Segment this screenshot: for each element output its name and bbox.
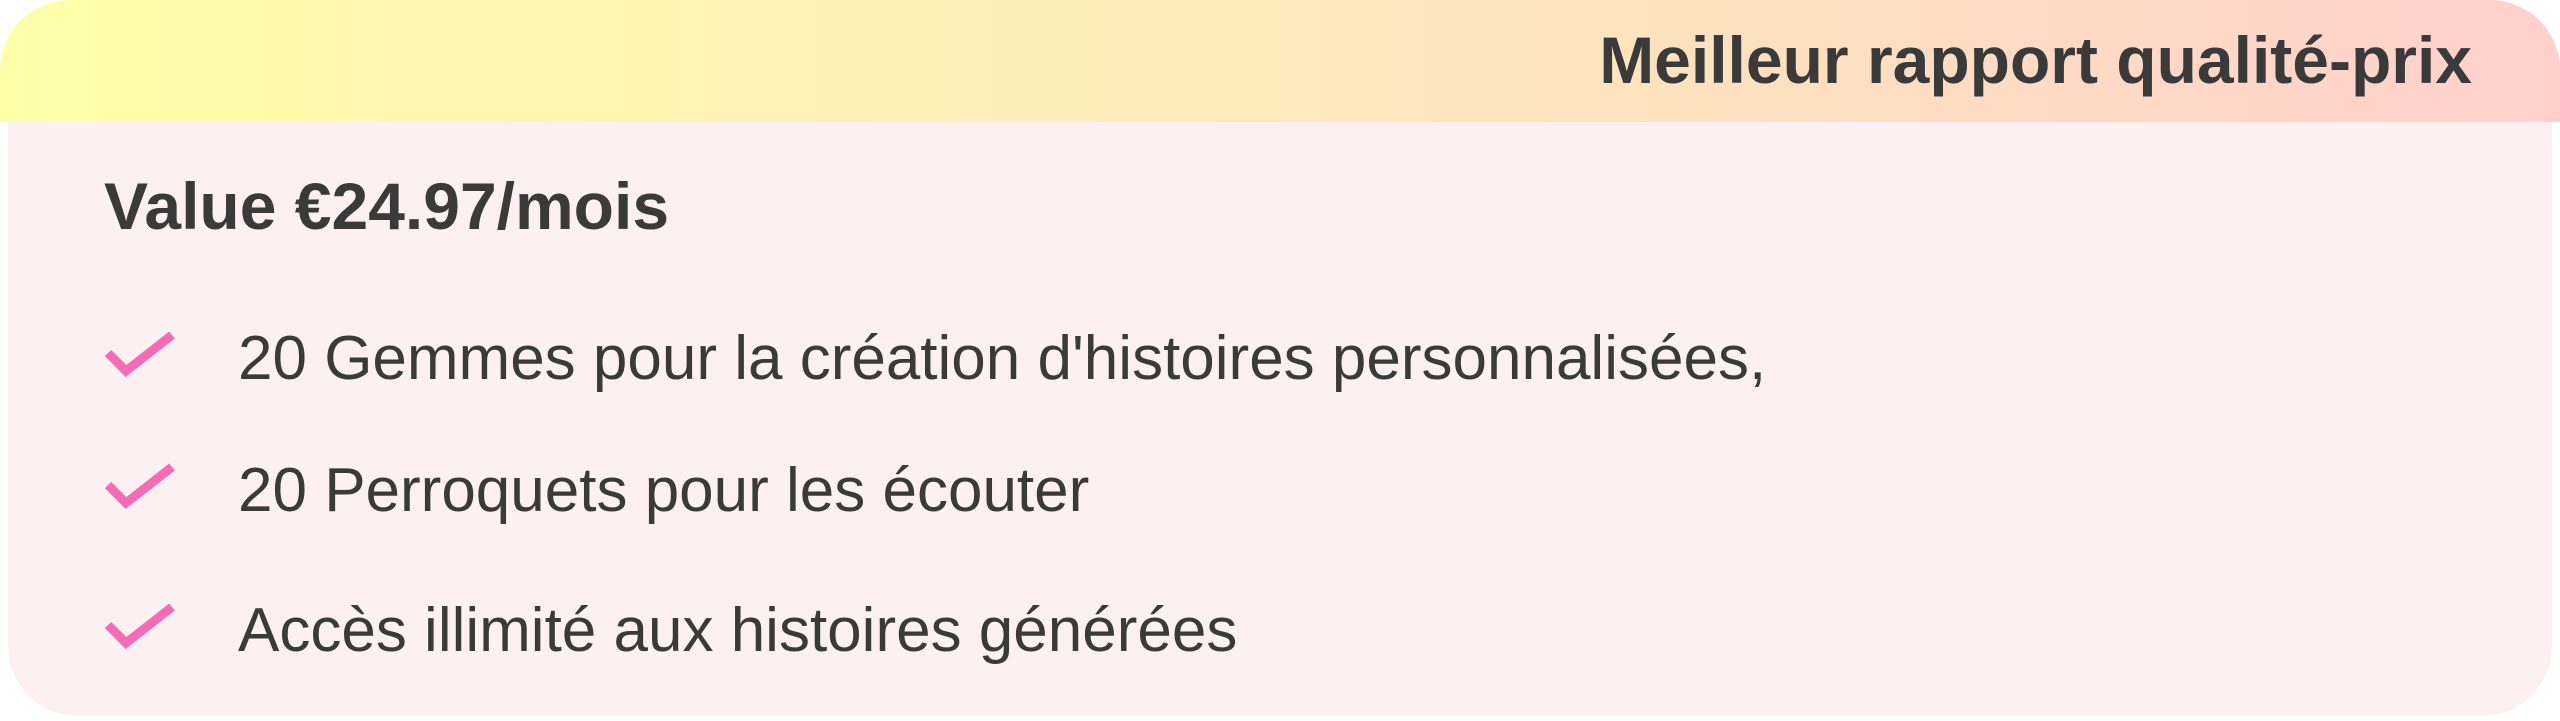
plan-card-header: Meilleur rapport qualité-prix [0,0,2560,122]
check-icon [104,463,175,509]
check-icon [104,603,175,649]
feature-item: 20 Perroquets pour les écouter [104,450,1089,530]
feature-text: 20 Perroquets pour les écouter [238,455,1090,525]
feature-text: 20 Gemmes pour la création d'histoires p… [238,323,1767,393]
best-value-badge: Meilleur rapport qualité-prix [1599,23,2472,97]
feature-item: 20 Gemmes pour la création d'histoires p… [104,318,1766,398]
feature-text: Accès illimité aux histoires générées [238,595,1238,665]
plan-card[interactable]: Meilleur rapport qualité-prix Value €24.… [0,0,2560,716]
check-icon [104,331,175,377]
feature-item: Accès illimité aux histoires générées [104,590,1237,670]
plan-price: Value €24.97/mois [104,169,670,243]
